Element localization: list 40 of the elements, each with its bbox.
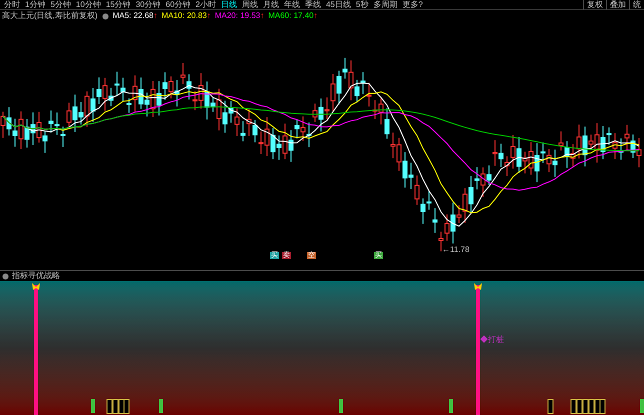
- period-tab[interactable]: 60分钟: [166, 0, 191, 10]
- indicator-bar: [449, 399, 453, 413]
- indicator-bar: [159, 399, 163, 413]
- period-tab[interactable]: 季线: [304, 0, 321, 10]
- indicator-bar: [91, 399, 95, 413]
- trend-arrow: ↑: [314, 12, 318, 20]
- period-tab[interactable]: 15分钟: [106, 0, 131, 10]
- hollow-bar: [548, 399, 554, 414]
- period-tab[interactable]: 日线: [220, 0, 237, 10]
- period-tab[interactable]: 更多?: [402, 0, 423, 10]
- ma-value: MA5: 22.68: [112, 12, 154, 20]
- indicator-bar: [640, 399, 644, 413]
- chart-title: 高大上元(日线,寿比前复权): [2, 12, 98, 20]
- toolbar-button[interactable]: 叠加: [606, 0, 629, 10]
- period-tab[interactable]: 分时: [4, 0, 20, 10]
- settings-icon[interactable]: [102, 12, 109, 20]
- settings-icon[interactable]: [2, 272, 9, 280]
- period-tab[interactable]: 1分钟: [25, 0, 46, 10]
- toolbar-button[interactable]: 统: [629, 0, 644, 10]
- indicator-title: 指标寻优战略: [12, 272, 60, 280]
- toolbar-button[interactable]: 复权: [583, 0, 606, 10]
- trend-arrow: ↑: [206, 12, 211, 20]
- signal-annotation: ◆打桩: [480, 336, 504, 344]
- period-tab[interactable]: 5秒: [356, 0, 368, 10]
- low-price-label: ←11.78: [442, 246, 470, 254]
- period-tab[interactable]: 年线: [284, 0, 300, 10]
- trend-arrow: ↑: [260, 12, 264, 20]
- period-tab[interactable]: 30分钟: [136, 0, 161, 10]
- ma-value: MA60: 17.40: [268, 12, 314, 20]
- period-tab[interactable]: 周线: [242, 0, 258, 10]
- period-tab[interactable]: 多周期: [373, 0, 398, 10]
- period-tab[interactable]: 2小时: [196, 0, 216, 10]
- period-tab[interactable]: 5分钟: [50, 0, 71, 10]
- period-tab[interactable]: 10分钟: [76, 0, 101, 10]
- ma-value: MA20: 19.53: [214, 12, 260, 20]
- ma-value: MA10: 20.83: [161, 12, 207, 20]
- trend-arrow: ↑: [153, 12, 158, 20]
- indicator-bar: [339, 399, 343, 413]
- period-tab[interactable]: 月线: [262, 0, 279, 10]
- period-tab[interactable]: 45日线: [326, 0, 351, 10]
